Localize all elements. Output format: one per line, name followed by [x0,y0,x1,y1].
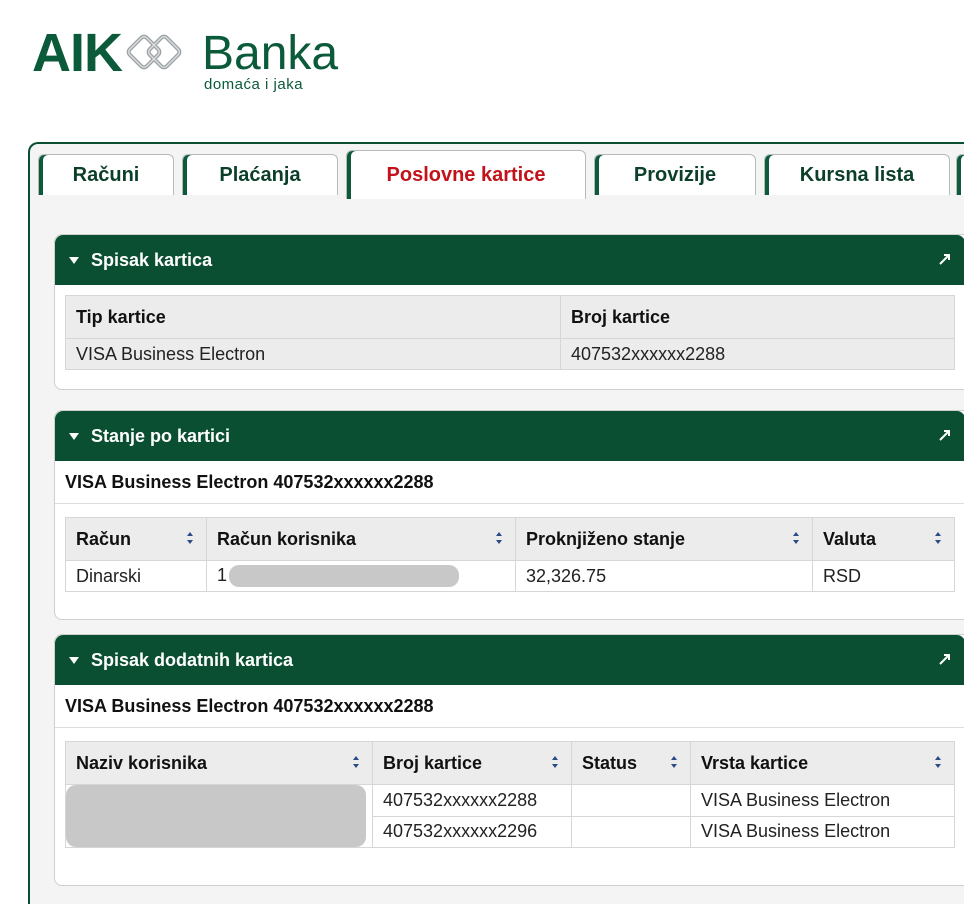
card-kind-cell: VISA Business Electron [690,784,955,817]
col-header-account[interactable]: Račun [65,517,207,561]
status-cell [571,815,691,848]
tab-label: Plaćanja [219,163,301,186]
card-type-cell: VISA Business Electron [65,338,561,370]
table-row[interactable]: 407532xxxxxx2288 VISA Business Electron [65,784,955,848]
account-prefix: 1 [217,564,228,585]
col-label: Status [582,752,638,773]
sort-icon[interactable] [670,755,678,769]
sort-icon[interactable] [934,531,942,545]
maximize-icon[interactable] [939,429,951,441]
col-header-status[interactable]: Status [571,741,691,785]
panel-title: Spisak kartica [91,249,213,270]
card-subtitle: VISA Business Electron 407532xxxxxx2288 [55,461,964,504]
status-cell [571,784,691,817]
tab-label: Poslovne kartice [386,163,546,186]
sort-icon[interactable] [186,531,194,545]
panel-title: Spisak dodatnih kartica [91,649,294,670]
sort-icon[interactable] [495,531,503,545]
col-label: Račun [76,528,132,549]
col-header-user-account[interactable]: Račun korisnika [206,517,516,561]
sort-icon[interactable] [934,755,942,769]
col-header-currency[interactable]: Valuta [812,517,955,561]
balance-table: Račun Račun korisnika Proknjiženo stanje… [65,517,955,592]
tab-poslovne-kartice[interactable]: Poslovne kartice [346,150,586,199]
col-header-card-kind[interactable]: Vrsta kartice [690,741,955,785]
col-label: Broj kartice [383,752,483,773]
panel-title: Stanje po kartici [91,425,231,446]
currency-cell: RSD [812,560,955,592]
card-subtitle: VISA Business Electron 407532xxxxxx2288 [55,685,964,728]
tab-more[interactable] [956,154,964,195]
tab-provizije[interactable]: Provizije [594,154,756,195]
col-label: Naziv korisnika [76,752,208,773]
maximize-icon[interactable] [939,653,951,665]
card-number-cell: 407532xxxxxx2296 [372,815,572,848]
card-number-cell: 407532xxxxxx2288 [560,338,955,370]
bank-logo: AIK Banka domaća i jaka [32,20,392,100]
redacted-blur [66,785,366,847]
user-account-cell: 1 [206,560,516,592]
logo-brand-left: AIK [32,23,123,83]
panel-header[interactable]: Spisak kartica [55,235,964,285]
tab-label: Kursna lista [799,163,915,186]
tab-placanja[interactable]: Plaćanja [182,154,338,195]
panel-header[interactable]: Stanje po kartici [55,411,964,461]
redacted-blur [229,565,460,588]
logo-rings-icon [126,34,182,70]
sort-icon[interactable] [551,755,559,769]
logo-brand-right: Banka [202,27,339,80]
panel-card-balance: Stanje po kartici VISA Business Electron… [54,410,964,620]
collapse-icon[interactable] [69,256,79,264]
col-label: Račun korisnika [217,528,357,549]
panel-additional-cards: Spisak dodatnih kartica VISA Business El… [54,634,964,886]
user-name-cell [65,784,373,848]
col-label: Valuta [823,528,877,549]
table-row[interactable]: VISA Business Electron 407532xxxxxx2288 [65,338,955,370]
logo-tagline: domaća i jaka [204,76,304,93]
col-header: Tip kartice [65,295,561,339]
card-list-table: Tip kartice Broj kartice VISA Business E… [65,295,955,370]
col-header: Broj kartice [560,295,955,339]
account-type-cell: Dinarski [65,560,207,592]
additional-cards-table: Naziv korisnika Broj kartice Status Vrst… [65,741,955,848]
col-label: Vrsta kartice [701,752,809,773]
col-label: Proknjiženo stanje [526,528,686,549]
maximize-icon[interactable] [939,253,951,265]
tab-label: Provizije [633,163,717,186]
sort-icon[interactable] [792,531,800,545]
panel-header[interactable]: Spisak dodatnih kartica [55,635,964,685]
sort-icon[interactable] [352,755,360,769]
col-header-user-name[interactable]: Naziv korisnika [65,741,373,785]
tab-racuni[interactable]: Računi [38,154,174,195]
collapse-icon[interactable] [69,432,79,440]
tab-label: Računi [72,163,140,186]
card-kind-cell: VISA Business Electron [690,815,955,848]
collapse-icon[interactable] [69,656,79,664]
tab-kursna-lista[interactable]: Kursna lista [764,154,950,195]
table-row[interactable]: Dinarski 1 32,326.75 RSD [65,560,955,592]
panel-card-list: Spisak kartica Tip kartice Broj kartice … [54,234,964,390]
col-header-card-number[interactable]: Broj kartice [372,741,572,785]
col-header-posted-balance[interactable]: Proknjiženo stanje [515,517,813,561]
balance-cell: 32,326.75 [515,560,813,592]
card-number-cell: 407532xxxxxx2288 [372,784,572,817]
